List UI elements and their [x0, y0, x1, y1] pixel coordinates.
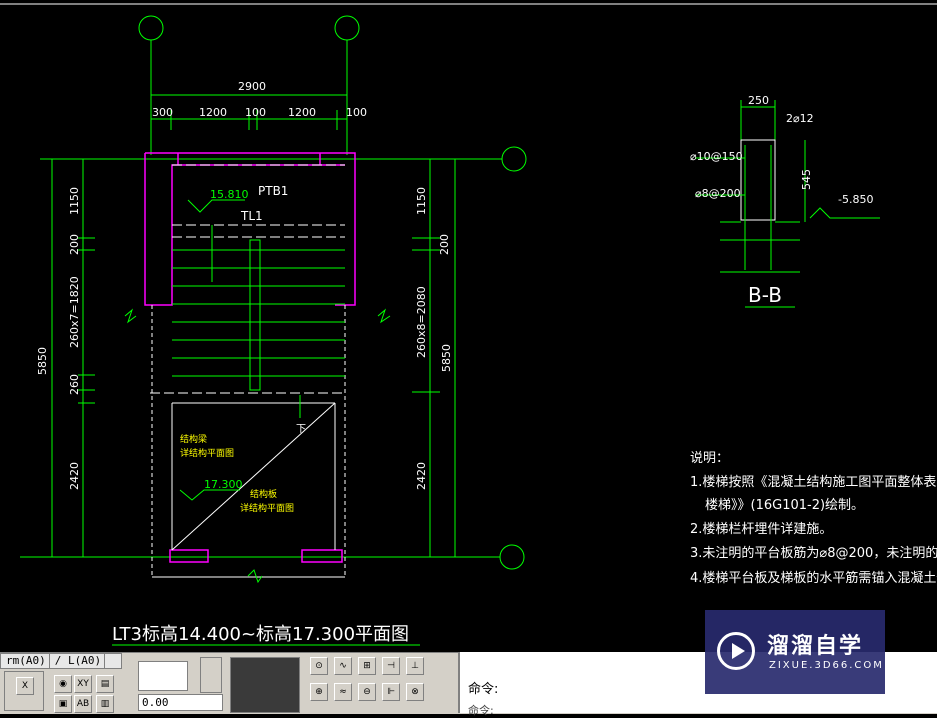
section-top-bar: 2⌀12: [786, 112, 814, 125]
stair-treads: [172, 225, 345, 418]
draw-tool-9[interactable]: ⊩: [382, 683, 400, 701]
globe-icon[interactable]: ◉: [54, 675, 72, 693]
layer2-icon[interactable]: ▥: [96, 695, 114, 713]
down-label: 下: [296, 424, 306, 435]
section-stirrup: ⌀10@150: [690, 150, 743, 163]
draw-tool-10[interactable]: ⊗: [406, 683, 424, 701]
left-dimensions: [51, 159, 95, 557]
draw-tool-6[interactable]: ⊕: [310, 683, 328, 701]
note-1b: 楼梯》》(16G101-2)绘制。: [705, 498, 864, 513]
stair-outline: [150, 164, 346, 578]
dim-d5: 100: [346, 106, 367, 119]
note-1a: 1.楼梯按照《混凝土结构施工图平面整体表示方: [690, 474, 937, 490]
left-dim-total: 5850: [36, 347, 49, 375]
dim-overall: 2900: [238, 80, 266, 93]
left-dim-b: 200: [68, 234, 81, 255]
command-prompt-2: 命令:: [468, 704, 494, 717]
break-lines: [124, 308, 391, 584]
slab-note-1: 结构板: [250, 488, 277, 500]
draw-tool-3[interactable]: ⊞: [358, 657, 376, 675]
elev-marker-bottom: [179, 489, 240, 501]
grid-axes: [20, 15, 527, 570]
right-dim-total: 5850: [440, 344, 453, 372]
draw-tool-1[interactable]: ⊙: [310, 657, 328, 675]
watermark-name: 溜溜自学: [767, 634, 864, 659]
draw-tool-8[interactable]: ⊖: [358, 683, 376, 701]
beam-note-2: 详结构平面图: [180, 447, 234, 459]
snap-x-button[interactable]: X: [16, 677, 34, 695]
watermark-url: ZIXUE.3D66.COM: [769, 660, 884, 671]
layer-icon[interactable]: ▤: [96, 675, 114, 693]
draw-tool-4[interactable]: ⊣: [382, 657, 400, 675]
section-title: B-B: [748, 283, 782, 307]
plan-title: LT3标高14.400~标高17.300平面图: [112, 624, 409, 645]
draw-tool-2[interactable]: ∿: [334, 657, 352, 675]
left-dim-e: 2420: [68, 462, 81, 490]
dim-d1: 300: [152, 106, 173, 119]
note-2: 2.楼梯栏杆埋件详建施。: [690, 522, 832, 537]
value-field[interactable]: 0.00: [138, 694, 223, 711]
elev-marker-top: [187, 199, 245, 213]
beam-note-1: 结构梁: [180, 433, 207, 445]
tool-icon[interactable]: ▣: [54, 695, 72, 713]
section-height: 545: [800, 169, 813, 190]
left-dim-d: 260: [68, 374, 81, 395]
tab-model[interactable]: rm(A0): [3, 654, 50, 668]
cursor-preview: [138, 661, 188, 691]
right-dim-b: 200: [438, 234, 451, 255]
dim-d3: 100: [245, 106, 266, 119]
cad-drawing-canvas[interactable]: 2900 300 1200 100 1200 100 5850 1150 200…: [0, 0, 937, 652]
note-4: 4.楼梯平台板及梯板的水平筋需锚入混凝土侧墙: [690, 570, 937, 586]
slab-note-2: 详结构平面图: [240, 502, 294, 514]
notes-header: 说明：: [690, 451, 729, 466]
xy-button[interactable]: XY: [74, 675, 92, 693]
layout-tabs: rm(A0) / L(A0): [0, 653, 122, 669]
left-dim-a: 1150: [68, 187, 81, 215]
right-dim-a: 1150: [415, 187, 428, 215]
left-dim-c: 260x7=1820: [68, 276, 81, 348]
elev-bottom: 17.300: [204, 478, 243, 491]
tl-label: TL1: [240, 209, 263, 223]
play-logo-icon: [717, 632, 755, 670]
section-width: 250: [748, 94, 769, 107]
note-3: 3.未注明的平台板筋为⌀8@200，未注明的分: [690, 545, 937, 561]
draw-tool-7[interactable]: ≈: [334, 683, 352, 701]
right-dim-d: 2420: [415, 462, 428, 490]
command-prompt: 命令:: [468, 682, 499, 697]
section-dist-bar: ⌀8@200: [695, 187, 741, 200]
ptb-label: PTB1: [258, 184, 288, 198]
elev-top: 15.810: [210, 188, 249, 201]
tool-palette: [230, 657, 300, 713]
ab-button[interactable]: AB: [74, 695, 92, 713]
right-dim-c: 260x8=2080: [415, 286, 428, 358]
section-bb: [695, 100, 880, 273]
dim-d4: 1200: [288, 106, 316, 119]
ruler-panel: [200, 657, 222, 693]
dim-d2: 1200: [199, 106, 227, 119]
draw-tool-5[interactable]: ⊥: [406, 657, 424, 675]
watermark: 溜溜自学 ZIXUE.3D66.COM: [705, 610, 885, 694]
tab-layout[interactable]: / L(A0): [52, 654, 106, 668]
section-elev: -5.850: [838, 193, 873, 206]
